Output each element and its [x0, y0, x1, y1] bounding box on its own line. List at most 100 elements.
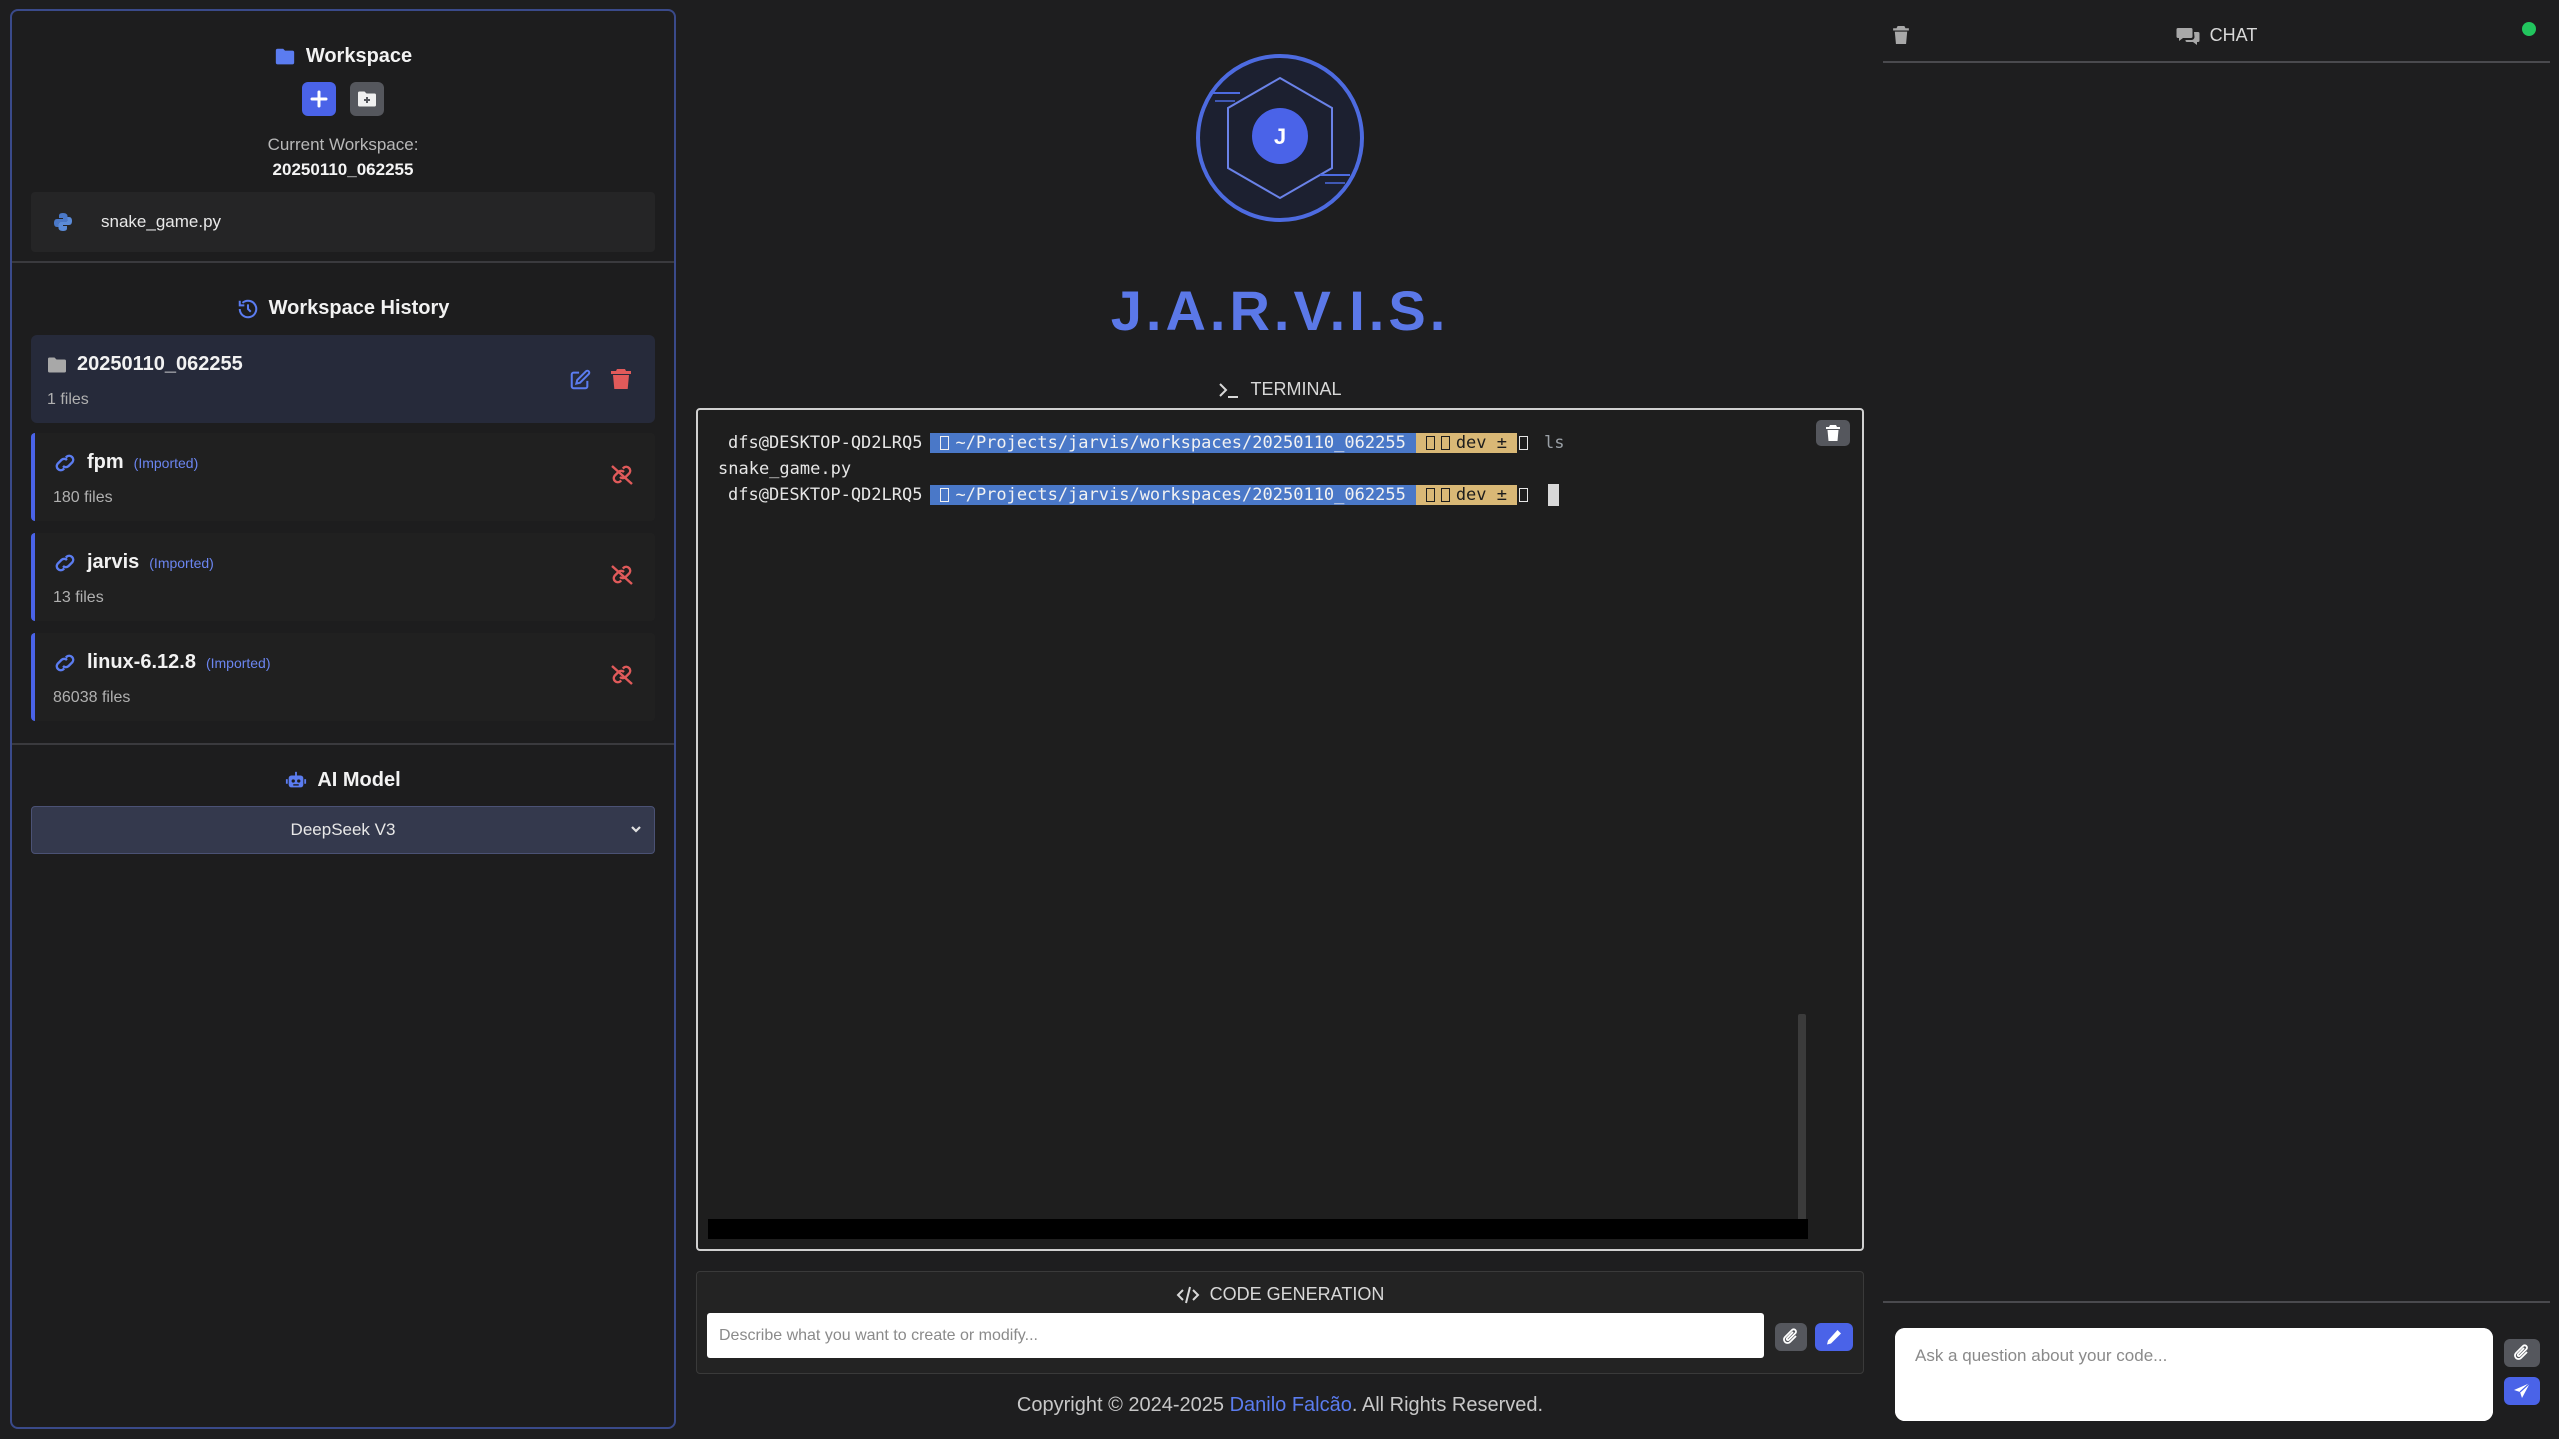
app-title: J.A.R.V.I.S. [1110, 279, 1450, 342]
python-icon [54, 213, 72, 231]
model-select-value: DeepSeek V3 [290, 820, 396, 839]
history-icon [238, 299, 257, 318]
imported-tag: (Imported) [149, 555, 214, 571]
prompt-path: ~/Projects/jarvis/workspaces/20250110_06… [930, 433, 1416, 453]
plus-icon [310, 90, 328, 108]
chat-title: CHAT [1883, 25, 2550, 46]
code-generation-label-text: CODE GENERATION [1209, 1284, 1385, 1304]
terminal-label: TERMINAL [696, 379, 1864, 400]
chat-attach-button[interactable] [2504, 1339, 2540, 1367]
link-icon [55, 454, 75, 471]
comments-icon [2176, 27, 2200, 45]
imported-count: 180 files [53, 489, 113, 506]
workspace-title: Workspace [12, 45, 674, 68]
jarvis-logo: J [1196, 54, 1364, 222]
imported-name: fpm [87, 451, 124, 473]
terminal-output: snake_game.py [718, 459, 852, 479]
footer: Copyright © 2024-2025 Danilo Falcão. All… [696, 1394, 1864, 1417]
history-item-count: 1 files [47, 391, 89, 408]
prompt-git-text: dev ± [1455, 485, 1507, 505]
prompt-git-text: dev ± [1455, 433, 1507, 453]
terminal-line: dfs@DESKTOP-QD2LRQ5 ~/Projects/jarvis/wo… [718, 483, 1559, 507]
chat-input-container [1895, 1328, 2493, 1421]
send-button[interactable] [2504, 1377, 2540, 1405]
prompt-user: dfs@DESKTOP-QD2LRQ5 [728, 485, 923, 505]
prompt-git: dev ± [1415, 433, 1517, 453]
ai-model-title-text: AI Model [317, 769, 401, 791]
imported-workspace-item[interactable]: fpm (Imported) 180 files [31, 433, 655, 521]
prompt-command: ls [1544, 433, 1565, 453]
link-icon [55, 554, 75, 571]
terminal-scrollbar[interactable] [1798, 1014, 1806, 1222]
imported-count: 13 files [53, 589, 104, 606]
folder-icon [48, 357, 66, 372]
status-indicator [2522, 22, 2536, 36]
unlink-icon[interactable] [609, 564, 635, 586]
prompt-path: ~/Projects/jarvis/workspaces/20250110_06… [930, 485, 1416, 505]
footer-suffix: . All Rights Reserved. [1351, 1394, 1544, 1416]
import-folder-button[interactable] [350, 82, 384, 116]
chat-input[interactable] [1895, 1328, 2493, 1421]
chat-header: CHAT [1883, 9, 2550, 63]
prompt-user: dfs@DESKTOP-QD2LRQ5 [728, 433, 923, 453]
link-icon [55, 654, 75, 671]
trash-icon[interactable] [611, 368, 631, 390]
ai-model-title: AI Model [12, 769, 674, 792]
terminal-label-text: TERMINAL [1250, 379, 1342, 399]
history-item-name: 20250110_062255 [77, 353, 243, 375]
author-link[interactable]: Danilo Falcão [1230, 1394, 1352, 1416]
terminal-horizontal-bar[interactable] [708, 1219, 1808, 1239]
imported-workspace-item[interactable]: jarvis (Imported) 13 files [31, 533, 655, 621]
terminal[interactable]: dfs@DESKTOP-QD2LRQ5 ~/Projects/jarvis/wo… [696, 408, 1864, 1251]
file-item[interactable]: snake_game.py [31, 192, 655, 252]
imported-count: 86038 files [53, 689, 131, 706]
code-generation-panel: CODE GENERATION [696, 1271, 1864, 1374]
robot-icon [286, 771, 307, 787]
imported-tag: (Imported) [133, 455, 199, 471]
imported-name: jarvis [87, 551, 140, 573]
trash-icon [1826, 425, 1840, 441]
prompt-git: dev ± [1415, 485, 1517, 505]
unlink-icon[interactable] [609, 464, 635, 486]
folder-icon [275, 48, 294, 64]
edit-icon[interactable] [569, 369, 591, 391]
terminal-output-line: snake_game.py [718, 457, 851, 481]
workspace-history-section: Workspace History 20250110_062255 1 file… [12, 265, 674, 745]
prompt-path-text: ~/Projects/jarvis/workspaces/20250110_06… [955, 485, 1406, 505]
unlink-icon[interactable] [609, 664, 635, 686]
paper-plane-icon [2514, 1382, 2531, 1398]
chat-messages [1883, 65, 2550, 1303]
code-generation-input[interactable] [707, 1313, 1764, 1358]
history-title-text: Workspace History [268, 297, 450, 319]
code-icon [1176, 1286, 1200, 1303]
terminal-cursor [1548, 484, 1559, 506]
terminal-icon [1219, 382, 1239, 398]
attach-button[interactable] [1775, 1323, 1807, 1351]
imported-workspace-item[interactable]: linux-6.12.8 (Imported) 86038 files [31, 633, 655, 721]
sidebar: Workspace Current Workspace: 20250110_06… [10, 9, 676, 1429]
file-name: snake_game.py [101, 212, 222, 231]
code-generation-label: CODE GENERATION [697, 1284, 1863, 1305]
chevron-down-icon [631, 826, 641, 833]
workspace-section: Workspace Current Workspace: 20250110_06… [12, 11, 674, 263]
terminal-line: dfs@DESKTOP-QD2LRQ5 ~/Projects/jarvis/wo… [718, 431, 1564, 455]
new-workspace-button[interactable] [302, 82, 336, 116]
footer-prefix: Copyright © 2024-2025 [1016, 1394, 1230, 1416]
imported-tag: (Imported) [205, 655, 271, 671]
history-item-current[interactable]: 20250110_062255 1 files [31, 335, 655, 423]
paperclip-icon [1783, 1328, 1797, 1344]
logo-letter: J [1274, 124, 1286, 149]
generate-button[interactable] [1815, 1323, 1853, 1351]
model-select[interactable]: DeepSeek V3 [31, 806, 655, 854]
history-title: Workspace History [12, 297, 674, 320]
chat-panel: CHAT [1883, 9, 2550, 1429]
workspace-title-text: Workspace [305, 45, 413, 67]
current-workspace-label: Current Workspace: [267, 135, 419, 154]
prompt-path-text: ~/Projects/jarvis/workspaces/20250110_06… [955, 433, 1406, 453]
folder-plus-icon [358, 91, 376, 107]
chat-title-text: CHAT [2209, 25, 2258, 45]
current-workspace-value: 20250110_062255 [272, 160, 414, 179]
imported-name: linux-6.12.8 [87, 651, 196, 673]
clear-terminal-button[interactable] [1816, 420, 1850, 446]
paperclip-icon [2514, 1344, 2528, 1360]
